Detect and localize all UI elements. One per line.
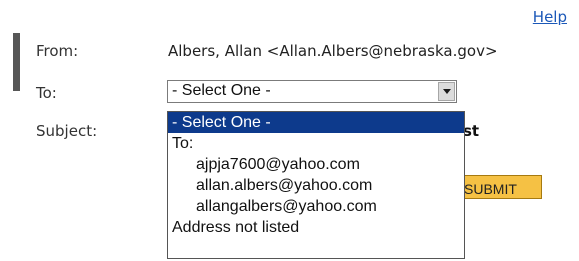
to-options-list[interactable]: - Select One - To: ajpja7600@yahoo.com a… <box>167 111 465 259</box>
to-select-value: - Select One - <box>172 82 271 99</box>
chevron-down-icon <box>443 89 451 94</box>
subject-value: st <box>463 122 480 140</box>
option-to-header[interactable]: To: <box>168 133 464 154</box>
option-email[interactable]: ajpja7600@yahoo.com <box>168 154 464 175</box>
option-select-one[interactable]: - Select One - <box>168 112 464 133</box>
section-bar <box>13 33 20 91</box>
option-address-not-listed[interactable]: Address not listed <box>168 217 464 238</box>
dropdown-button[interactable] <box>438 82 455 101</box>
option-email[interactable]: allan.albers@yahoo.com <box>168 175 464 196</box>
to-select[interactable]: - Select One - <box>167 80 457 103</box>
subject-label: Subject: <box>36 122 98 140</box>
to-label: To: <box>36 84 57 102</box>
option-email[interactable]: allangalbers@yahoo.com <box>168 196 464 217</box>
from-label: From: <box>36 42 79 60</box>
submit-button[interactable]: SUBMIT <box>463 175 542 199</box>
from-value: Albers, Allan <Allan.Albers@nebraska.gov… <box>168 42 498 60</box>
help-link[interactable]: Help <box>533 8 567 26</box>
